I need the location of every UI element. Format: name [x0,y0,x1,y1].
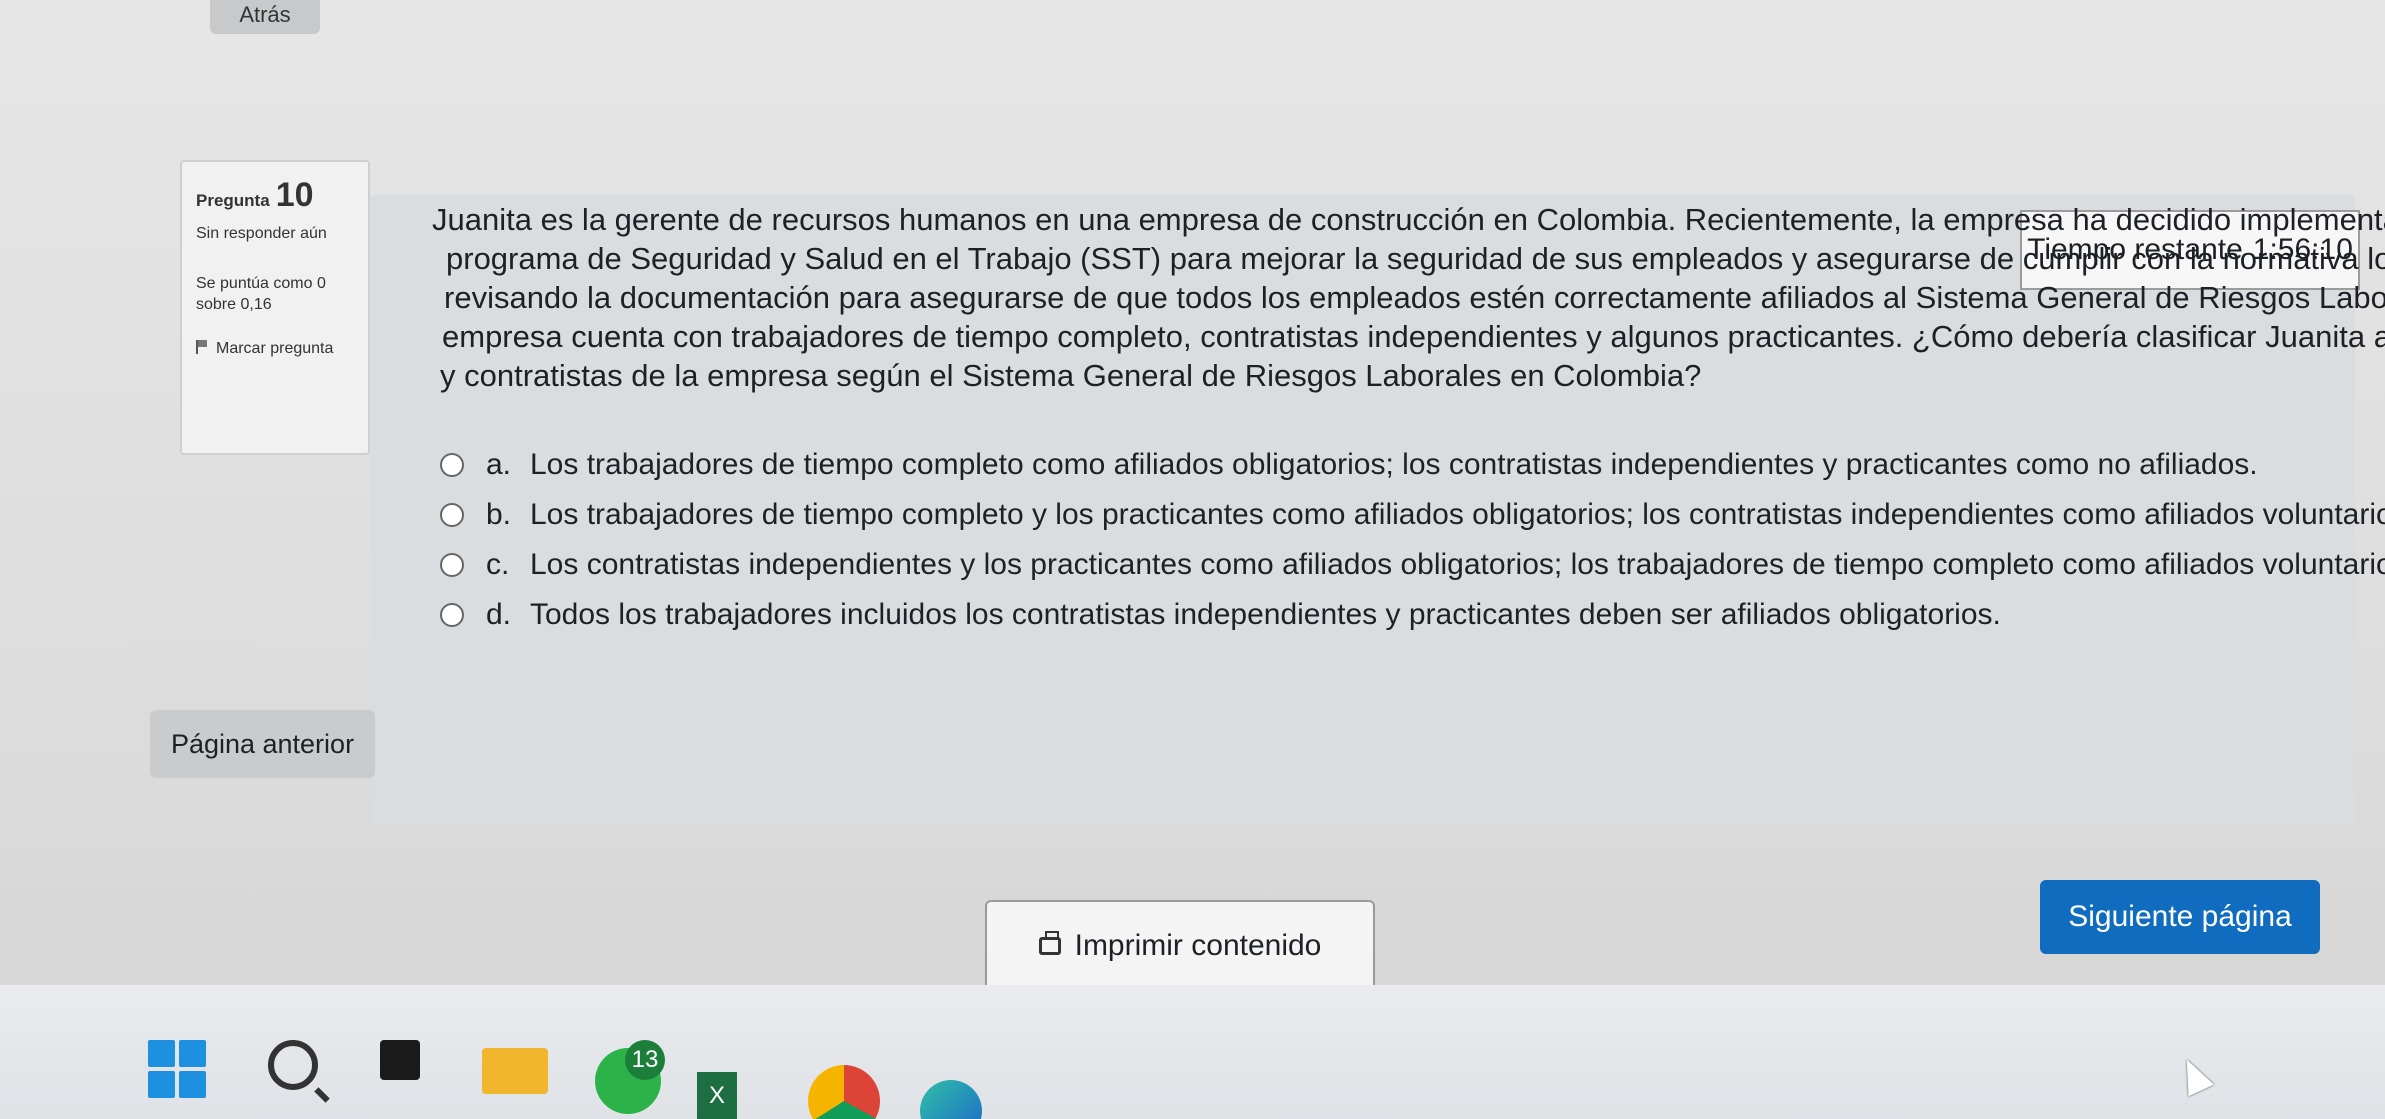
question-line: revisando la documentación para asegurar… [444,280,2385,315]
answer-list: a. Los trabajadores de tiempo completo c… [440,440,2385,640]
answer-text: Todos los trabajadores incluidos los con… [530,598,2001,631]
answer-text: Los trabajadores de tiempo completo como… [530,448,2258,481]
search-icon[interactable] [268,1040,318,1090]
question-info-box: Pregunta 10 Sin responder aún Se puntúa c… [180,160,370,455]
question-number: Pregunta 10 [196,176,314,214]
print-content-label: Imprimir contenido [1074,929,1322,962]
question-number-value: 10 [275,176,314,214]
answer-letter: a. [486,448,512,481]
windows-start-icon[interactable] [148,1040,206,1098]
answer-text: Los contratistas independientes y los pr… [530,548,2385,581]
printer-icon [1038,931,1061,955]
quiz-screen: Atrás Pregunta 10 Sin responder aún Se pu… [0,0,2385,1119]
question-line: Juanita es la gerente de recursos humano… [432,202,2385,237]
back-button[interactable]: Atrás [210,0,320,34]
next-page-button[interactable]: Siguiente página [2040,880,2320,954]
answer-letter: d. [486,598,512,631]
excel-icon[interactable]: X [697,1072,737,1119]
previous-page-button[interactable]: Página anterior [150,710,375,778]
radio-button[interactable] [440,453,464,477]
answer-option-c[interactable]: c. Los contratistas independientes y los… [440,540,2385,590]
answer-letter: b. [486,498,512,531]
file-explorer-icon[interactable] [482,1048,548,1094]
radio-button[interactable] [440,503,464,527]
question-text: Juanita es la gerente de recursos humano… [432,200,2385,395]
radio-button[interactable] [440,553,464,577]
print-content-button[interactable]: Imprimir contenido [985,900,1375,992]
flag-question-button[interactable]: Marcar pregunta [196,338,354,360]
answer-option-d[interactable]: d. Todos los trabajadores incluidos los … [440,590,2360,640]
question-grade: Se puntúa como 0 sobre 0,16 [196,274,326,314]
question-line: empresa cuenta con trabajadores de tiemp… [442,319,2385,354]
notification-badge: 13 [625,1040,665,1080]
question-status: Sin responder aún [196,225,327,242]
flag-icon [196,339,210,354]
taskbar [0,985,2385,1119]
task-view-icon[interactable] [380,1040,420,1080]
answer-option-a[interactable]: a. Los trabajadores de tiempo completo c… [440,440,2360,490]
answer-text: Los trabajadores de tiempo completo y lo… [530,498,2385,531]
answer-letter: c. [486,548,510,581]
answer-option-b[interactable]: b. Los trabajadores de tiempo completo y… [440,490,2385,540]
question-line: y contratistas de la empresa según el Si… [440,358,1702,393]
radio-button[interactable] [440,603,464,627]
question-line: programa de Seguridad y Salud en el Trab… [446,241,2385,276]
flag-question-label: Marcar pregunta [216,339,334,357]
